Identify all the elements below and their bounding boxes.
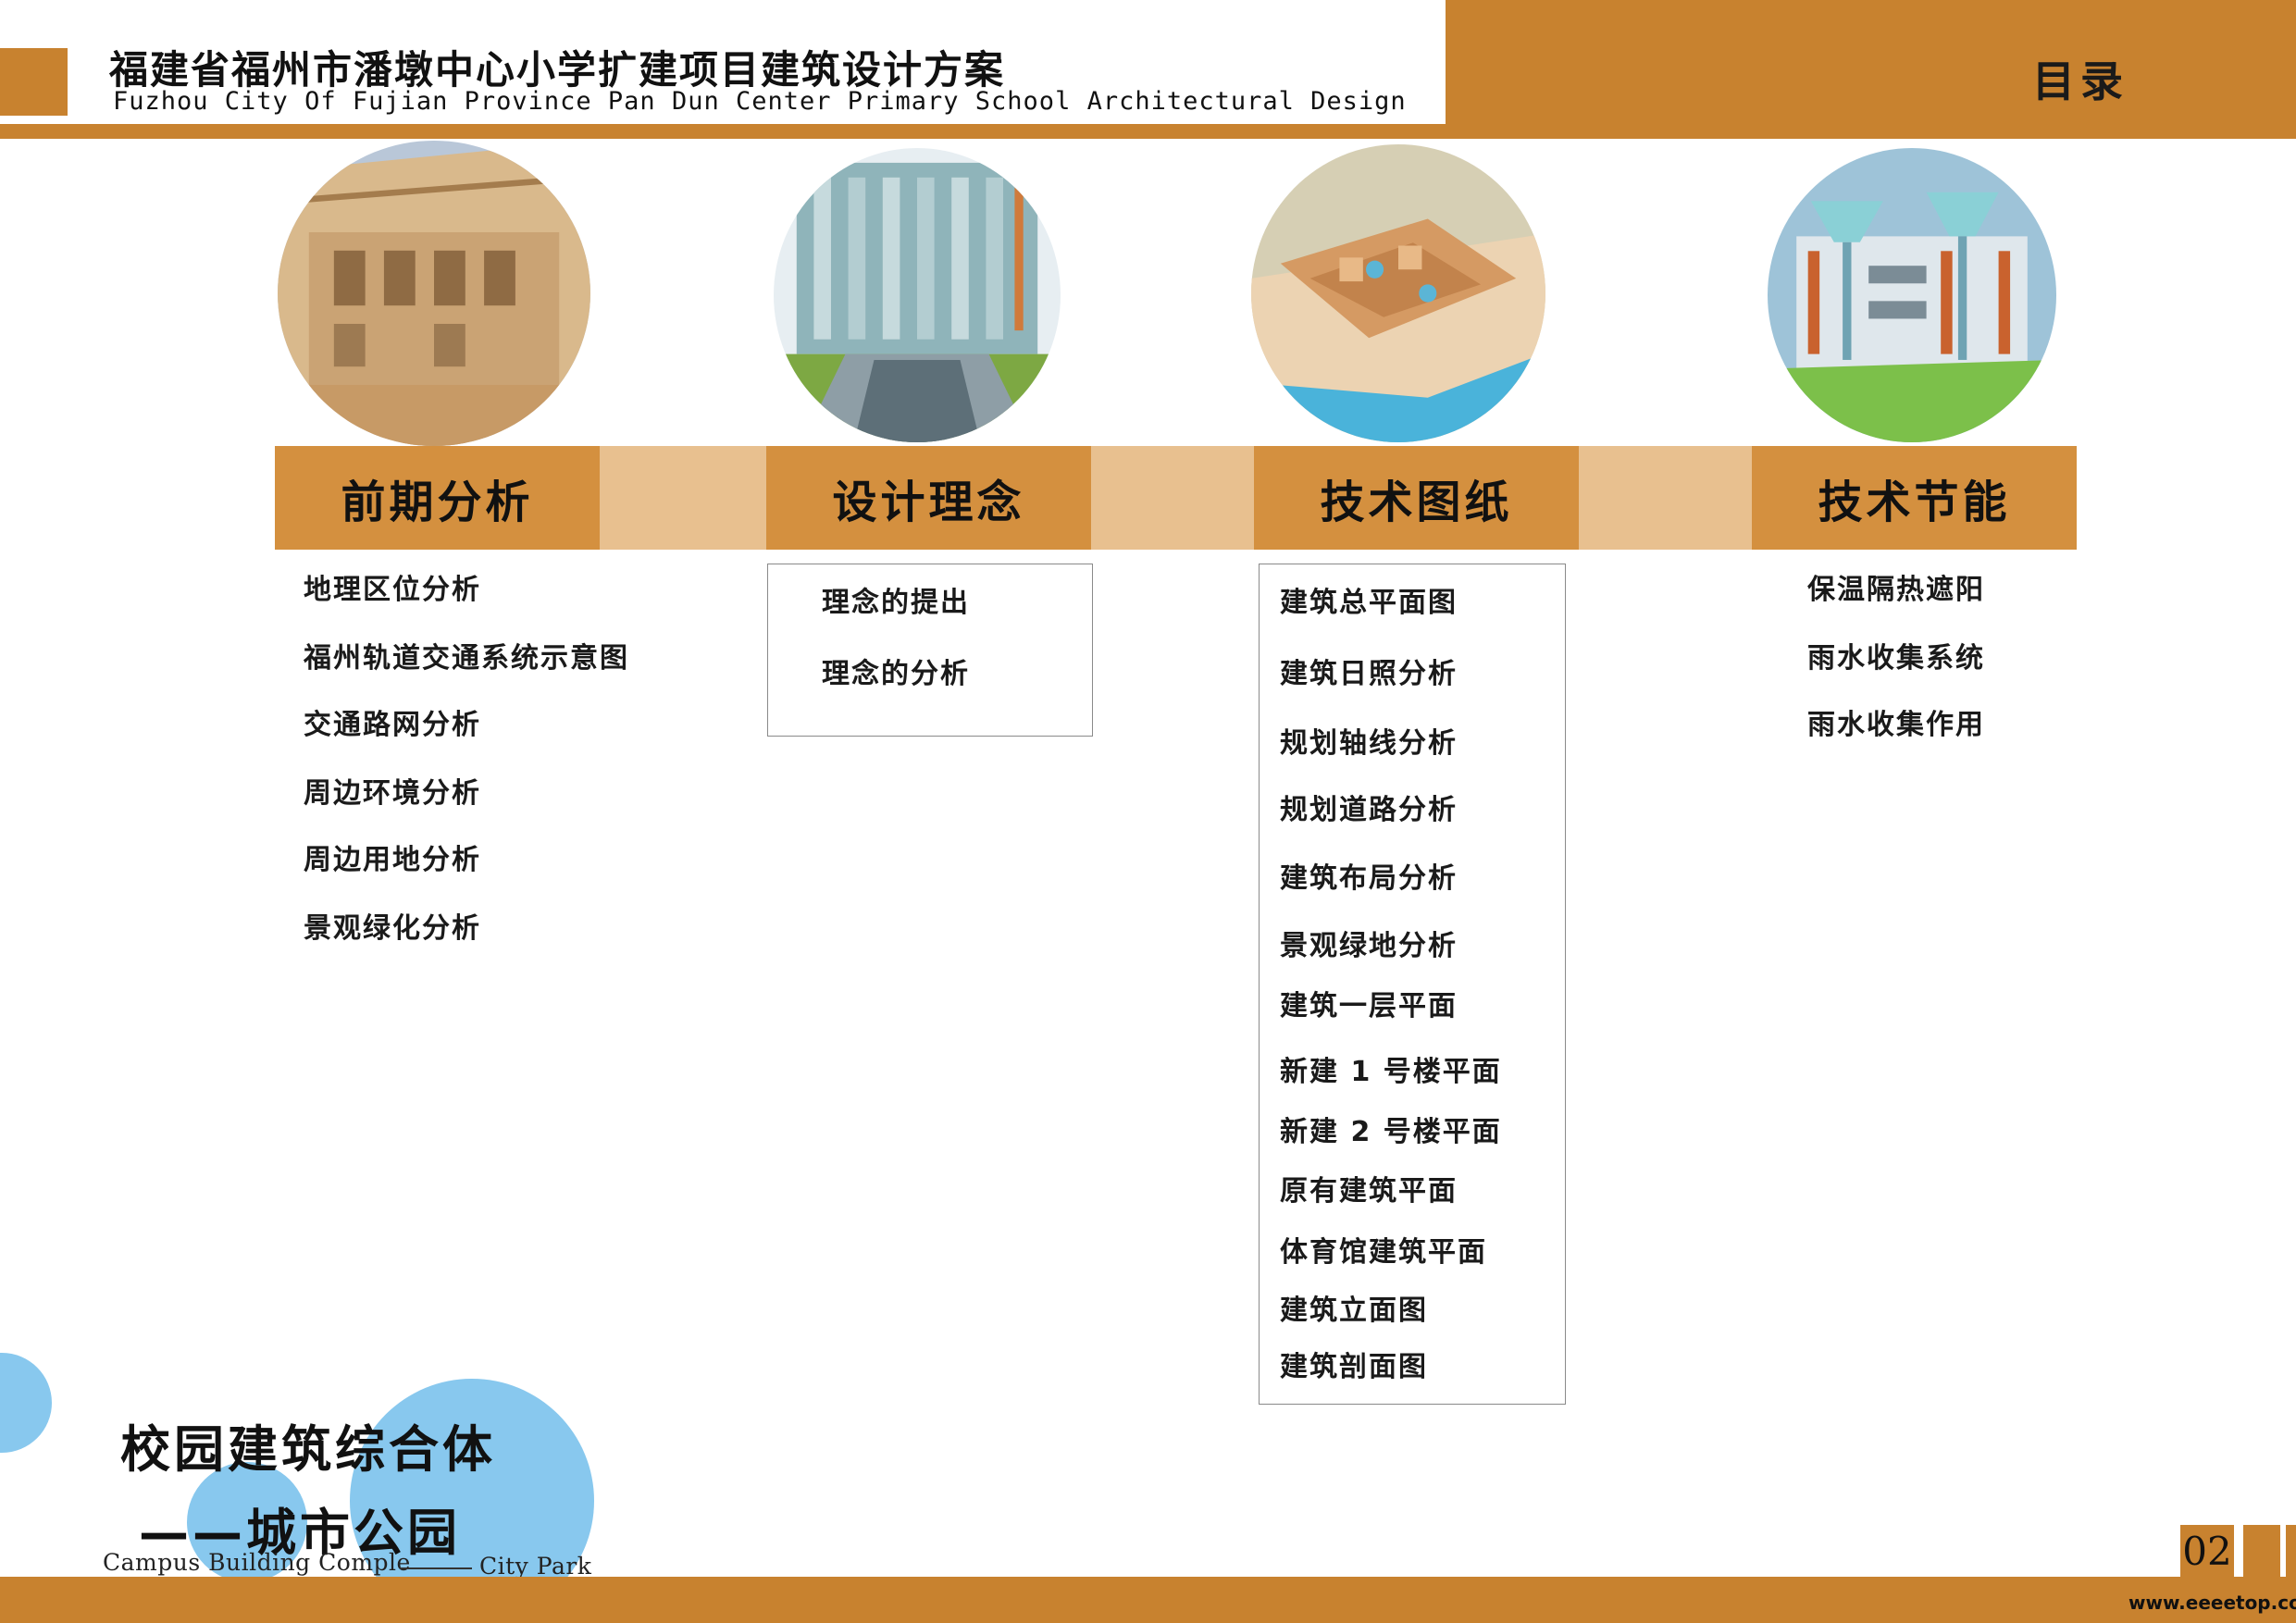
list-item: 建筑一层平面 [1280, 990, 1458, 1022]
list-item: 建筑日照分析 [1280, 658, 1458, 690]
page-subtitle-en: Fuzhou City Of Fujian Province Pan Dun C… [113, 87, 1407, 116]
list-item: 新建 2 号楼平面 [1280, 1116, 1502, 1148]
list-item: 理念的分析 [822, 658, 970, 690]
list-technical-drawings: 建筑总平面图 建筑日照分析 规划轴线分析 规划道路分析 建筑布局分析 景观绿地分… [1259, 564, 1566, 1405]
list-item: 周边环境分析 [304, 777, 481, 810]
list-item: 规划道路分析 [1280, 794, 1458, 826]
list-item: 福州轨道交通系统示意图 [304, 642, 629, 675]
list-item: 规划轴线分析 [1280, 727, 1458, 760]
list-design-concept: 理念的提出 理念的分析 [767, 564, 1093, 737]
list-item: 理念的提出 [822, 587, 970, 619]
header-accent-square [0, 48, 68, 116]
slogan-cn-line1: 校园建筑综合体 [120, 1420, 496, 1479]
list-item: 建筑总平面图 [1280, 587, 1458, 619]
decor-bubble-small [0, 1353, 52, 1453]
watermark: www.eeeetop.com [2128, 1592, 2296, 1614]
slogan-en-left: Campus Building Comple [103, 1549, 411, 1576]
footer-bar [0, 1577, 2296, 1623]
list-item: 雨水收集作用 [1807, 709, 1985, 741]
list-item: 原有建筑平面 [1280, 1175, 1458, 1208]
list-item: 交通路网分析 [304, 709, 481, 741]
section-title-pre-analysis: 前期分析 [275, 446, 600, 550]
list-item: 保温隔热遮阳 [1807, 574, 1985, 606]
photo-glass-building [774, 148, 1061, 442]
slogan-en-right: City Park [479, 1553, 592, 1580]
list-item: 新建 1 号楼平面 [1280, 1056, 1502, 1088]
page-number: 02 [2180, 1525, 2234, 1577]
list-item: 建筑立面图 [1280, 1295, 1428, 1327]
list-item: 景观绿地分析 [1280, 930, 1458, 962]
page-stripe [2286, 1525, 2296, 1577]
list-item: 建筑剖面图 [1280, 1351, 1428, 1383]
photo-site-model [1251, 144, 1545, 442]
list-item: 建筑布局分析 [1280, 862, 1458, 895]
photo-wooden-model [278, 141, 590, 446]
list-item: 地理区位分析 [304, 574, 481, 606]
page-stripe [2243, 1525, 2280, 1577]
section-title-design-concept: 设计理念 [766, 446, 1091, 550]
toc-label: 目录 [2032, 56, 2128, 106]
list-item: 周边用地分析 [304, 844, 481, 876]
header-orange-panel [1446, 0, 2296, 139]
header-rule [0, 124, 1446, 139]
section-title-energy-saving: 技术节能 [1752, 446, 2077, 550]
photo-tower-rendering [1768, 148, 2056, 442]
slogan-divider [400, 1567, 472, 1569]
list-item: 雨水收集系统 [1807, 642, 1985, 675]
section-title-technical-drawings: 技术图纸 [1254, 446, 1579, 550]
list-item: 景观绿化分析 [304, 912, 481, 945]
list-item: 体育馆建筑平面 [1280, 1236, 1487, 1269]
